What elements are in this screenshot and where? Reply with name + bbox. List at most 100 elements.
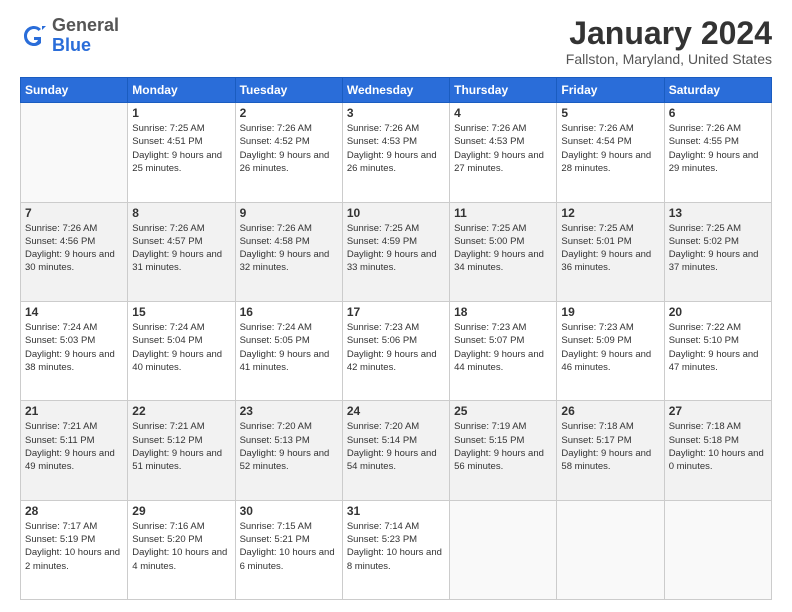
calendar-cell — [450, 500, 557, 599]
calendar-cell: 19 Sunrise: 7:23 AMSunset: 5:09 PMDayligh… — [557, 301, 664, 400]
day-info: Sunrise: 7:26 AMSunset: 4:56 PMDaylight:… — [25, 222, 123, 275]
day-number: 20 — [669, 305, 767, 319]
calendar-cell: 23Sunrise: 7:20 AMSunset: 5:13 PMDayligh… — [235, 401, 342, 500]
day-number: 3 — [347, 106, 445, 120]
calendar-cell: 21 Sunrise: 7:21 AMSunset: 5:11 PMDayligh… — [21, 401, 128, 500]
day-number: 31 — [347, 504, 445, 518]
day-info: Sunrise: 7:23 AMSunset: 5:09 PMDaylight:… — [561, 321, 659, 374]
day-info: Sunrise: 7:18 AMSunset: 5:17 PMDaylight:… — [561, 420, 659, 473]
day-number: 13 — [669, 206, 767, 220]
day-number: 5 — [561, 106, 659, 120]
calendar-cell: 14Sunrise: 7:24 AMSunset: 5:03 PMDayligh… — [21, 301, 128, 400]
col-saturday: Saturday — [664, 78, 771, 103]
day-number: 7 — [25, 206, 123, 220]
calendar-cell: 9 Sunrise: 7:26 AMSunset: 4:58 PMDaylight… — [235, 202, 342, 301]
calendar-cell: 3 Sunrise: 7:26 AMSunset: 4:53 PMDaylight… — [342, 103, 449, 202]
day-info: Sunrise: 7:24 AMSunset: 5:05 PMDaylight:… — [240, 321, 338, 374]
day-info: Sunrise: 7:26 AMSunset: 4:54 PMDaylight:… — [561, 122, 659, 175]
calendar-cell: 15Sunrise: 7:24 AMSunset: 5:04 PMDayligh… — [128, 301, 235, 400]
day-number: 8 — [132, 206, 230, 220]
calendar-cell: 4 Sunrise: 7:26 AMSunset: 4:53 PMDaylight… — [450, 103, 557, 202]
calendar-body: 1 Sunrise: 7:25 AMSunset: 4:51 PMDaylight… — [21, 103, 772, 600]
day-number: 12 — [561, 206, 659, 220]
calendar-week-row: 14Sunrise: 7:24 AMSunset: 5:03 PMDayligh… — [21, 301, 772, 400]
calendar-cell: 17Sunrise: 7:23 AMSunset: 5:06 PMDayligh… — [342, 301, 449, 400]
day-number: 28 — [25, 504, 123, 518]
day-info: Sunrise: 7:26 AMSunset: 4:53 PMDaylight:… — [347, 122, 445, 175]
calendar-cell: 28 Sunrise: 7:17 AMSunset: 5:19 PMDayligh… — [21, 500, 128, 599]
day-info: Sunrise: 7:21 AMSunset: 5:11 PMDaylight:… — [25, 420, 123, 473]
day-number: 23 — [240, 404, 338, 418]
day-info: Sunrise: 7:22 AMSunset: 5:10 PMDaylight:… — [669, 321, 767, 374]
logo-icon — [20, 22, 48, 50]
calendar-week-row: 1 Sunrise: 7:25 AMSunset: 4:51 PMDaylight… — [21, 103, 772, 202]
day-info: Sunrise: 7:20 AMSunset: 5:14 PMDaylight:… — [347, 420, 445, 473]
day-info: Sunrise: 7:19 AMSunset: 5:15 PMDaylight:… — [454, 420, 552, 473]
day-number: 26 — [561, 404, 659, 418]
calendar-cell — [664, 500, 771, 599]
logo: General Blue — [20, 16, 119, 56]
calendar-cell: 30 Sunrise: 7:15 AMSunset: 5:21 PMDayligh… — [235, 500, 342, 599]
day-info: Sunrise: 7:26 AMSunset: 4:58 PMDaylight:… — [240, 222, 338, 275]
logo-text: General Blue — [52, 16, 119, 56]
day-number: 21 — [25, 404, 123, 418]
day-number: 6 — [669, 106, 767, 120]
calendar-cell: 26 Sunrise: 7:18 AMSunset: 5:17 PMDayligh… — [557, 401, 664, 500]
day-number: 9 — [240, 206, 338, 220]
calendar-cell: 6 Sunrise: 7:26 AMSunset: 4:55 PMDaylight… — [664, 103, 771, 202]
calendar-week-row: 28 Sunrise: 7:17 AMSunset: 5:19 PMDayligh… — [21, 500, 772, 599]
day-info: Sunrise: 7:26 AMSunset: 4:55 PMDaylight:… — [669, 122, 767, 175]
day-number: 24 — [347, 404, 445, 418]
day-info: Sunrise: 7:25 AMSunset: 4:59 PMDaylight:… — [347, 222, 445, 275]
main-title: January 2024 — [566, 16, 772, 51]
day-number: 17 — [347, 305, 445, 319]
day-info: Sunrise: 7:25 AMSunset: 5:02 PMDaylight:… — [669, 222, 767, 275]
subtitle: Fallston, Maryland, United States — [566, 51, 772, 67]
day-info: Sunrise: 7:25 AMSunset: 4:51 PMDaylight:… — [132, 122, 230, 175]
calendar-cell — [557, 500, 664, 599]
day-number: 22 — [132, 404, 230, 418]
calendar-cell: 8 Sunrise: 7:26 AMSunset: 4:57 PMDaylight… — [128, 202, 235, 301]
day-number: 4 — [454, 106, 552, 120]
day-number: 16 — [240, 305, 338, 319]
calendar-cell: 5 Sunrise: 7:26 AMSunset: 4:54 PMDaylight… — [557, 103, 664, 202]
calendar-cell: 18Sunrise: 7:23 AMSunset: 5:07 PMDayligh… — [450, 301, 557, 400]
day-number: 25 — [454, 404, 552, 418]
calendar-header-row: Sunday Monday Tuesday Wednesday Thursday… — [21, 78, 772, 103]
day-info: Sunrise: 7:17 AMSunset: 5:19 PMDaylight:… — [25, 520, 123, 573]
calendar-cell: 2 Sunrise: 7:26 AMSunset: 4:52 PMDaylight… — [235, 103, 342, 202]
calendar-week-row: 7 Sunrise: 7:26 AMSunset: 4:56 PMDaylight… — [21, 202, 772, 301]
calendar-cell: 24 Sunrise: 7:20 AMSunset: 5:14 PMDayligh… — [342, 401, 449, 500]
day-number: 19 — [561, 305, 659, 319]
day-info: Sunrise: 7:24 AMSunset: 5:04 PMDaylight:… — [132, 321, 230, 374]
day-number: 11 — [454, 206, 552, 220]
day-info: Sunrise: 7:26 AMSunset: 4:57 PMDaylight:… — [132, 222, 230, 275]
day-info: Sunrise: 7:15 AMSunset: 5:21 PMDaylight:… — [240, 520, 338, 573]
day-number: 30 — [240, 504, 338, 518]
calendar-cell: 11 Sunrise: 7:25 AMSunset: 5:00 PMDayligh… — [450, 202, 557, 301]
day-info: Sunrise: 7:25 AMSunset: 5:01 PMDaylight:… — [561, 222, 659, 275]
day-info: Sunrise: 7:26 AMSunset: 4:52 PMDaylight:… — [240, 122, 338, 175]
calendar-cell: 22Sunrise: 7:21 AMSunset: 5:12 PMDayligh… — [128, 401, 235, 500]
calendar-cell: 13 Sunrise: 7:25 AMSunset: 5:02 PMDayligh… — [664, 202, 771, 301]
calendar-cell: 16 Sunrise: 7:24 AMSunset: 5:05 PMDayligh… — [235, 301, 342, 400]
day-info: Sunrise: 7:18 AMSunset: 5:18 PMDaylight:… — [669, 420, 767, 473]
calendar-cell: 25 Sunrise: 7:19 AMSunset: 5:15 PMDayligh… — [450, 401, 557, 500]
calendar-cell: 7 Sunrise: 7:26 AMSunset: 4:56 PMDaylight… — [21, 202, 128, 301]
day-info: Sunrise: 7:23 AMSunset: 5:07 PMDaylight:… — [454, 321, 552, 374]
col-wednesday: Wednesday — [342, 78, 449, 103]
day-number: 1 — [132, 106, 230, 120]
calendar-cell: 27Sunrise: 7:18 AMSunset: 5:18 PMDayligh… — [664, 401, 771, 500]
day-info: Sunrise: 7:25 AMSunset: 5:00 PMDaylight:… — [454, 222, 552, 275]
day-number: 14 — [25, 305, 123, 319]
day-number: 2 — [240, 106, 338, 120]
day-info: Sunrise: 7:26 AMSunset: 4:53 PMDaylight:… — [454, 122, 552, 175]
logo-general-text: General — [52, 15, 119, 35]
title-block: January 2024 Fallston, Maryland, United … — [566, 16, 772, 67]
calendar-cell: 20 Sunrise: 7:22 AMSunset: 5:10 PMDayligh… — [664, 301, 771, 400]
calendar-cell: 10Sunrise: 7:25 AMSunset: 4:59 PMDayligh… — [342, 202, 449, 301]
col-friday: Friday — [557, 78, 664, 103]
calendar-week-row: 21 Sunrise: 7:21 AMSunset: 5:11 PMDayligh… — [21, 401, 772, 500]
logo-blue-text: Blue — [52, 35, 91, 55]
col-tuesday: Tuesday — [235, 78, 342, 103]
